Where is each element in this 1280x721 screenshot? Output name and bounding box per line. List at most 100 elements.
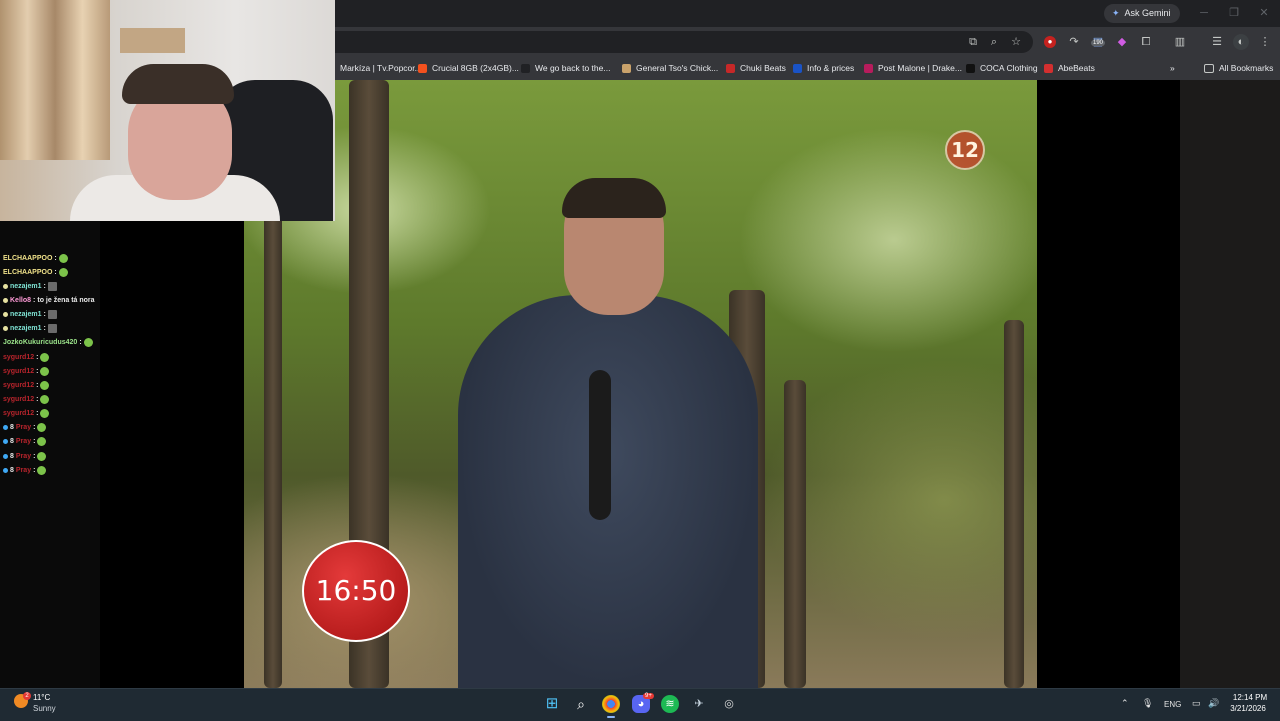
chat-emote-icon: [40, 409, 50, 419]
chat-badge-icon: [3, 439, 8, 445]
genius-favicon-icon: [521, 63, 530, 73]
chat-separator: :: [33, 452, 36, 460]
tray-chevron-icon[interactable]: ⌃: [1121, 698, 1129, 709]
close-icon[interactable]: ✕: [1256, 6, 1272, 20]
curtain: [0, 0, 110, 160]
install-app-icon[interactable]: ⧉: [965, 34, 981, 50]
restore-icon[interactable]: ❐: [1226, 6, 1242, 20]
chat-username[interactable]: Kello8: [10, 297, 31, 304]
bookmark-label: AbeBeats: [1058, 63, 1095, 73]
chat-badge-icon: [3, 297, 8, 303]
chat-username[interactable]: sygurd12: [3, 382, 34, 389]
chat-username[interactable]: Pray: [16, 467, 31, 474]
chat-emote-icon: [47, 324, 57, 334]
extension-purple-icon[interactable]: ◆: [1114, 34, 1130, 50]
chat-username[interactable]: Pray: [16, 453, 31, 460]
windows-start-icon[interactable]: ⊞: [543, 695, 561, 713]
chat-message: Kello8: to je žena tá nora: [3, 294, 95, 306]
chat-username[interactable]: JozkoKukuricudus420: [3, 339, 77, 346]
chat-username[interactable]: nezajem1: [10, 311, 42, 318]
chat-badge-icon: [3, 283, 8, 289]
chat-username[interactable]: sygurd12: [3, 368, 34, 375]
chat-emote-icon: [40, 395, 50, 404]
menu-kebab-icon[interactable]: ⋮: [1257, 34, 1273, 50]
discord-badge: 9+: [643, 693, 654, 699]
chat-separator: :: [43, 311, 46, 319]
search-icon[interactable]: ⌕: [572, 695, 590, 713]
profile-avatar-icon[interactable]: ◐: [1233, 34, 1249, 50]
zoom-icon[interactable]: ⌕: [986, 34, 1002, 50]
chat-username[interactable]: ELCHAAPPOO: [3, 269, 52, 276]
chat-badge-icon: [3, 425, 8, 431]
volume-icon[interactable]: 🔊: [1208, 698, 1219, 709]
bookmark-item[interactable]: Post Malone | Drake...: [864, 60, 962, 76]
ask-gemini-label: Ask Gemini: [1124, 8, 1171, 18]
extension-arrow-icon[interactable]: ↷: [1066, 34, 1082, 50]
chat-separator: :: [33, 466, 36, 474]
twitch-favicon-icon: [864, 63, 873, 73]
bookmark-item[interactable]: COCA Clothing: [966, 60, 1038, 76]
video-frame[interactable]: 12 16:50: [244, 80, 1037, 688]
chat-message: 8 Pray:: [3, 450, 47, 462]
minimize-icon[interactable]: ─: [1196, 6, 1212, 20]
chat-username[interactable]: Pray: [16, 424, 31, 431]
weather-description[interactable]: Sunny: [33, 704, 56, 713]
ask-gemini-button[interactable]: ✦ Ask Gemini: [1104, 4, 1180, 23]
chat-separator: :: [54, 268, 57, 276]
bookmark-item[interactable]: AbeBeats: [1044, 60, 1095, 76]
spotify-icon[interactable]: ≋: [661, 695, 679, 713]
steam-icon[interactable]: ✈: [690, 695, 708, 713]
extensions-puzzle-icon[interactable]: ⧠: [1138, 34, 1154, 50]
more-bookmarks-chevron-icon[interactable]: »: [1170, 60, 1175, 76]
bookmark-item[interactable]: Info & prices: [793, 60, 854, 76]
weather-temperature[interactable]: 11°C: [33, 693, 50, 702]
bookmark-item[interactable]: Crucial 8GB (2x4GB)...: [418, 60, 519, 76]
chat-username[interactable]: nezajem1: [10, 325, 42, 332]
chat-badge-icon: [3, 453, 8, 459]
coca-favicon-icon: [966, 63, 975, 73]
chat-username[interactable]: sygurd12: [3, 396, 34, 403]
side-panel-icon[interactable]: ▥: [1172, 34, 1188, 50]
chat-separator: :: [43, 282, 46, 290]
chat-emote-icon: [37, 437, 47, 447]
clock-date[interactable]: 3/21/2026: [1224, 704, 1272, 713]
display-icon[interactable]: ▭: [1192, 698, 1201, 709]
chat-emote-icon: [58, 253, 68, 263]
chat-message: sygurd12:: [3, 408, 50, 420]
chat-username[interactable]: ELCHAAPPOO: [3, 255, 52, 262]
bookmark-star-icon[interactable]: ☆: [1008, 34, 1024, 50]
all-bookmarks-button[interactable]: All Bookmarks: [1204, 60, 1273, 76]
chat-username[interactable]: nezajem1: [10, 283, 42, 290]
bookmark-item[interactable]: Chuki Beats: [726, 60, 786, 76]
bookmark-item[interactable]: We go back to the...: [521, 60, 610, 76]
chat-emote-icon: [40, 380, 50, 390]
page-side-background: [1180, 80, 1280, 688]
chat-separator: :: [36, 396, 39, 403]
chat-message: sygurd12:: [3, 365, 50, 377]
tree-trunk: [784, 380, 806, 688]
bookmark-label: Markíza | Tv.Popcor...: [340, 63, 422, 73]
language-indicator[interactable]: ENG: [1164, 700, 1181, 709]
chat-username[interactable]: sygurd12: [3, 410, 34, 417]
all-bookmarks-label: All Bookmarks: [1219, 63, 1274, 73]
chat-username[interactable]: sygurd12: [3, 354, 34, 361]
channel-logo: 12: [945, 130, 985, 170]
microphone-icon[interactable]: 🎙: [1142, 698, 1153, 709]
chat-username[interactable]: Pray: [16, 438, 31, 445]
chat-emote-icon: [47, 310, 57, 320]
obs-icon[interactable]: ◎: [720, 695, 738, 713]
chat-separator: :: [79, 339, 82, 347]
extension-red-icon[interactable]: ●: [1044, 36, 1056, 48]
chat-separator: :: [33, 438, 36, 446]
chat-emote-icon: [40, 352, 50, 362]
chat-emote-icon: [37, 465, 47, 475]
bookmark-item[interactable]: General Tso's Chick...: [622, 60, 718, 76]
bookmark-item[interactable]: Markíza | Tv.Popcor...: [326, 60, 422, 76]
tab-search-icon[interactable]: ☰: [1209, 34, 1225, 50]
chat-separator: :: [54, 254, 57, 262]
chrome-icon[interactable]: [602, 695, 620, 718]
chat-separator: :: [43, 325, 46, 333]
chat-badge-number: 8: [10, 438, 14, 446]
extension-badge: 190: [1091, 40, 1106, 46]
clock-time[interactable]: 12:14 PM: [1228, 693, 1272, 702]
